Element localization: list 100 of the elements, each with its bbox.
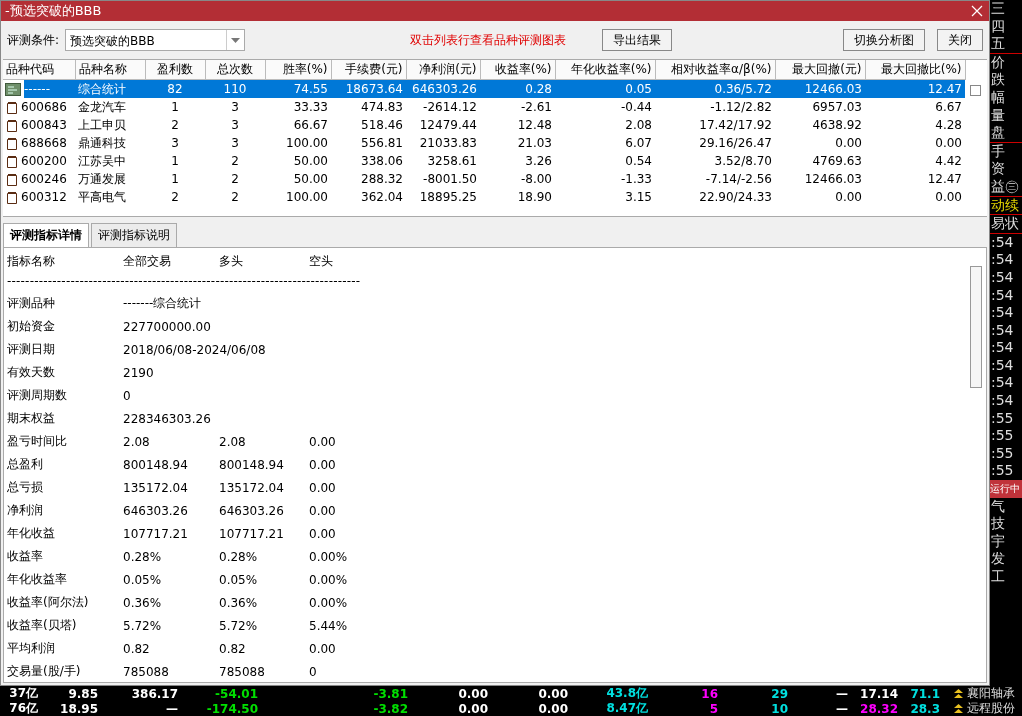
table-cell[interactable]: 2 xyxy=(205,188,265,206)
column-header[interactable]: 盈利数 xyxy=(145,60,205,80)
table-cell[interactable]: 3.52/8.70 xyxy=(655,152,775,170)
table-cell[interactable]: 12.48 xyxy=(480,116,555,134)
table-cell[interactable]: 1 xyxy=(145,152,205,170)
table-cell[interactable]: 0.00 xyxy=(865,188,965,206)
scrollbar-thumb[interactable] xyxy=(970,266,982,388)
table-cell[interactable]: 万通发展 xyxy=(75,170,145,188)
table-cell[interactable]: 3 xyxy=(205,116,265,134)
table-cell[interactable]: 600200 xyxy=(3,152,75,170)
tab[interactable]: 评测指标详情 xyxy=(3,223,89,247)
table-cell[interactable]: 12479.44 xyxy=(406,116,480,134)
table-cell[interactable]: 50.00 xyxy=(265,170,331,188)
table-cell[interactable]: 362.04 xyxy=(331,188,406,206)
table-cell[interactable]: 4769.63 xyxy=(775,152,865,170)
filter-dropdown[interactable]: 预选突破的BBB xyxy=(65,29,246,51)
table-cell[interactable]: 3 xyxy=(145,134,205,152)
table-cell[interactable]: 0.00 xyxy=(865,134,965,152)
table-cell[interactable]: 22.90/24.33 xyxy=(655,188,775,206)
stock-name[interactable]: 远程股份 xyxy=(967,700,1015,716)
table-cell[interactable]: 600843 xyxy=(3,116,75,134)
table-cell[interactable]: 2 xyxy=(205,170,265,188)
table-cell[interactable]: 0.00 xyxy=(775,188,865,206)
stock-name[interactable]: 襄阳轴承 xyxy=(967,686,1015,702)
table-cell[interactable]: -2614.12 xyxy=(406,98,480,116)
table-cell[interactable]: 0.00 xyxy=(775,134,865,152)
table-cell[interactable]: -0.44 xyxy=(555,98,655,116)
table-cell[interactable]: 3258.61 xyxy=(406,152,480,170)
table-cell[interactable]: 17.42/17.92 xyxy=(655,116,775,134)
table-cell[interactable]: -2.61 xyxy=(480,98,555,116)
column-header[interactable]: 手续费(元) xyxy=(331,60,406,80)
side-label: 资 xyxy=(990,160,1006,178)
table-cell[interactable]: 3.15 xyxy=(555,188,655,206)
table-cell[interactable]: 474.83 xyxy=(331,98,406,116)
column-header[interactable]: 品种代码 xyxy=(3,60,75,80)
column-header[interactable]: 相对收益率α/β(%) xyxy=(655,60,775,80)
quote-value: 10 xyxy=(771,701,788,716)
table-cell[interactable]: 50.00 xyxy=(265,152,331,170)
table-cell[interactable]: 平高电气 xyxy=(75,188,145,206)
table-cell[interactable]: 21033.83 xyxy=(406,134,480,152)
table-cell[interactable]: 4.28 xyxy=(865,116,965,134)
table-cell[interactable]: 688668 xyxy=(3,134,75,152)
table-cell[interactable]: 29.16/26.47 xyxy=(655,134,775,152)
table-cell[interactable]: -8.00 xyxy=(480,170,555,188)
table-cell[interactable]: 6957.03 xyxy=(775,98,865,116)
toolbar-button[interactable]: 导出结果 xyxy=(602,29,672,51)
table-cell[interactable]: -8001.50 xyxy=(406,170,480,188)
table-cell[interactable]: 2 xyxy=(205,152,265,170)
column-header[interactable]: 净利润(元) xyxy=(406,60,480,80)
table-cell[interactable]: 100.00 xyxy=(265,134,331,152)
table-cell[interactable]: 288.32 xyxy=(331,170,406,188)
table-cell[interactable]: -1.33 xyxy=(555,170,655,188)
table-cell[interactable]: 4638.92 xyxy=(775,116,865,134)
table-cell[interactable]: 1 xyxy=(145,170,205,188)
table-cell[interactable]: 21.03 xyxy=(480,134,555,152)
table-cell[interactable]: 6.67 xyxy=(865,98,965,116)
table-cell[interactable]: 4.42 xyxy=(865,152,965,170)
table-cell[interactable]: -1.12/2.82 xyxy=(655,98,775,116)
table-cell[interactable]: 338.06 xyxy=(331,152,406,170)
toolbar-button[interactable]: 关闭 xyxy=(937,29,983,51)
column-header[interactable]: 年化收益率(%) xyxy=(555,60,655,80)
table-cell[interactable]: 600686 xyxy=(3,98,75,116)
table-cell[interactable]: 18.90 xyxy=(480,188,555,206)
toolbar-button[interactable]: 切换分析图 xyxy=(843,29,925,51)
table-cell[interactable]: 金龙汽车 xyxy=(75,98,145,116)
table-cell[interactable]: 上工申贝 xyxy=(75,116,145,134)
table-cell[interactable]: 2 xyxy=(145,188,205,206)
table-cell[interactable]: 600246 xyxy=(3,170,75,188)
column-header[interactable]: 最大回撤比(%) xyxy=(865,60,965,80)
table-cell[interactable]: 3 xyxy=(205,134,265,152)
close-icon[interactable] xyxy=(971,5,983,17)
table-cell[interactable]: 33.33 xyxy=(265,98,331,116)
column-header[interactable]: 胜率(%) xyxy=(265,60,331,80)
table-cell[interactable]: 600312 xyxy=(3,188,75,206)
column-header[interactable]: 最大回撤(元) xyxy=(775,60,865,80)
table-cell[interactable]: 66.67 xyxy=(265,116,331,134)
details-text: 0.82 xyxy=(123,641,151,656)
table-cell[interactable]: 3 xyxy=(205,98,265,116)
table-cell[interactable]: 12466.03 xyxy=(775,170,865,188)
table-cell[interactable]: 18895.25 xyxy=(406,188,480,206)
table-cell[interactable]: 1 xyxy=(145,98,205,116)
table-cell[interactable]: 518.46 xyxy=(331,116,406,134)
table-cell[interactable]: 100.00 xyxy=(265,188,331,206)
details-text: -------综合统计 xyxy=(123,295,203,312)
column-header[interactable]: 总次数 xyxy=(205,60,265,80)
tab[interactable]: 评测指标说明 xyxy=(91,223,177,247)
table-cell[interactable]: 2.08 xyxy=(555,116,655,134)
table-cell[interactable]: 2 xyxy=(145,116,205,134)
table-cell[interactable]: 江苏吴中 xyxy=(75,152,145,170)
checkbox-icon[interactable] xyxy=(970,85,981,96)
column-header[interactable]: 收益率(%) xyxy=(480,60,555,80)
side-label: 价 xyxy=(990,53,1006,72)
table-cell[interactable]: -7.14/-2.56 xyxy=(655,170,775,188)
table-cell[interactable]: 鼎通科技 xyxy=(75,134,145,152)
table-cell[interactable]: 6.07 xyxy=(555,134,655,152)
table-cell[interactable]: 12.47 xyxy=(865,170,965,188)
column-header[interactable]: 品种名称 xyxy=(75,60,145,80)
table-cell[interactable]: 0.54 xyxy=(555,152,655,170)
table-cell[interactable]: 3.26 xyxy=(480,152,555,170)
table-cell[interactable]: 556.81 xyxy=(331,134,406,152)
